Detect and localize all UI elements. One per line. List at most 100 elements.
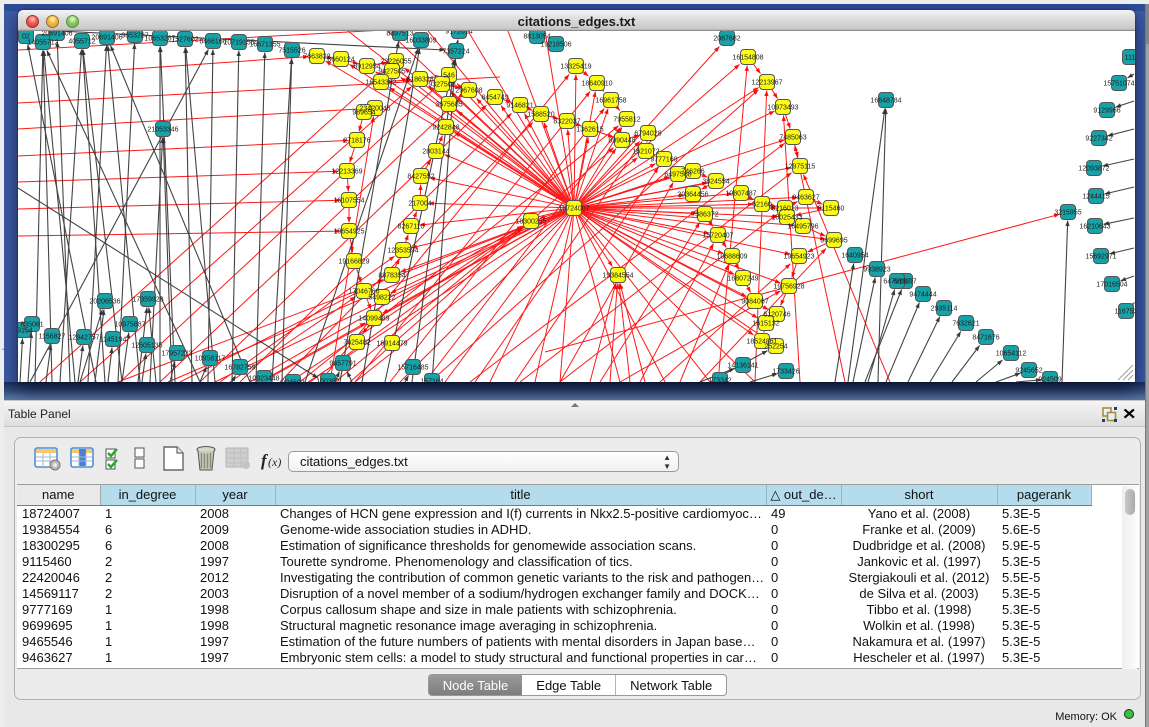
svg-text:17957223: 17957223: [161, 351, 192, 358]
svg-text:1156827: 1156827: [39, 334, 66, 341]
svg-text:9474444: 9474444: [909, 292, 936, 299]
svg-text:13325419: 13325419: [560, 64, 591, 71]
svg-text:16107554: 16107554: [333, 198, 364, 205]
svg-text:8813054: 8813054: [523, 34, 550, 41]
svg-text:8912954: 8912954: [353, 64, 380, 71]
svg-text:2967608: 2967608: [455, 88, 482, 95]
svg-text:17016504: 17016504: [1096, 282, 1127, 289]
svg-text:7515526: 7515526: [278, 48, 305, 55]
svg-text:15692971: 15692971: [1085, 254, 1116, 261]
svg-text:8878354: 8878354: [378, 273, 405, 280]
svg-text:9327505: 9327505: [378, 69, 405, 76]
svg-text:18807249: 18807249: [727, 276, 758, 283]
svg-text:16782759: 16782759: [224, 365, 255, 372]
svg-text:9699695: 9699695: [820, 238, 847, 245]
svg-text:6479197: 6479197: [883, 279, 910, 286]
svg-text:14099489: 14099489: [358, 316, 389, 323]
svg-text:5498222: 5498222: [368, 295, 395, 302]
svg-text:19218506: 19218506: [540, 42, 571, 49]
svg-text:8427552: 8427552: [407, 174, 434, 181]
svg-text:7632621: 7632621: [952, 321, 979, 328]
svg-text:1588520: 1588520: [527, 112, 554, 119]
svg-text:10688609: 10688609: [716, 254, 747, 261]
svg-text:9146821: 9146821: [506, 103, 533, 110]
svg-text:12353594: 12353594: [387, 248, 418, 255]
svg-text:7625402: 7625402: [343, 340, 370, 347]
svg-text:835061: 835061: [20, 322, 43, 329]
svg-text:3824554: 3824554: [702, 179, 729, 186]
svg-text:18724007: 18724007: [558, 206, 589, 213]
svg-text:9129966: 9129966: [1093, 108, 1120, 115]
svg-text:9245652: 9245652: [1015, 368, 1042, 375]
svg-text:17359928: 17359928: [132, 297, 163, 304]
svg-text:746266: 746266: [681, 169, 704, 176]
svg-text:10025433: 10025433: [771, 215, 802, 222]
svg-text:7955812: 7955812: [613, 117, 640, 124]
svg-text:21053346: 21053346: [147, 127, 178, 134]
svg-text:20691406: 20691406: [41, 31, 72, 38]
svg-text:1640954: 1640954: [841, 253, 868, 260]
svg-text:10973493: 10973493: [767, 105, 798, 112]
svg-text:16210643: 16210643: [1079, 224, 1110, 231]
svg-text:10923448: 10923448: [248, 376, 279, 383]
svg-text:217004: 217004: [408, 201, 431, 208]
svg-text:7386372: 7386372: [691, 212, 718, 219]
svg-text:16914479: 16914479: [376, 341, 407, 348]
svg-text:62160: 62160: [752, 202, 772, 209]
svg-text:100382: 100382: [316, 379, 339, 383]
svg-text:8990448: 8990448: [608, 138, 635, 145]
svg-text:8267110: 8267110: [398, 224, 425, 231]
svg-text:10807487: 10807487: [725, 191, 756, 198]
svg-text:9172614: 9172614: [445, 31, 472, 36]
svg-text:9242848: 9242848: [432, 125, 459, 132]
svg-text:19384554: 19384554: [602, 273, 633, 280]
svg-text:252254: 252254: [764, 344, 787, 351]
svg-text:9084067: 9084067: [741, 299, 768, 306]
svg-text:23226055: 23226055: [380, 59, 411, 66]
svg-text:10654112: 10654112: [996, 351, 1027, 358]
svg-text:173342: 173342: [708, 378, 731, 383]
svg-text:7357224: 7357224: [442, 49, 469, 56]
svg-text:16154808: 16154808: [732, 55, 763, 62]
svg-text:3675685: 3675685: [435, 102, 462, 109]
svg-text:924502: 924502: [281, 380, 304, 383]
svg-text:10958117: 10958117: [195, 356, 226, 363]
svg-text:12213967: 12213967: [751, 80, 782, 87]
svg-text:7485063: 7485063: [779, 135, 806, 142]
svg-text:19166829: 19166829: [338, 259, 369, 266]
svg-text:546: 546: [443, 73, 455, 80]
svg-text:15720407: 15720407: [702, 233, 733, 240]
svg-text:19654923: 19654923: [783, 254, 814, 261]
svg-text:116753: 116753: [1115, 309, 1135, 316]
svg-text:8660124: 8660124: [327, 57, 354, 64]
svg-text:14055712: 14055712: [27, 40, 58, 47]
svg-text:16671355: 16671355: [249, 42, 280, 49]
svg-text:14136141: 14136141: [727, 363, 758, 370]
svg-text:1362615: 1362615: [576, 127, 603, 134]
svg-text:10975887: 10975887: [114, 322, 145, 329]
svg-text:16648784: 16648784: [870, 98, 901, 105]
svg-text:16543362: 16543362: [365, 80, 396, 87]
svg-text:9938923: 9938923: [863, 267, 890, 274]
svg-text:1145194: 1145194: [100, 337, 127, 344]
svg-text:6794028: 6794028: [634, 131, 661, 138]
svg-text:15716485: 15716485: [397, 365, 428, 372]
svg-text:924509: 924509: [1038, 377, 1061, 383]
svg-text:1527602: 1527602: [171, 37, 198, 44]
svg-text:9227342: 9227342: [1085, 136, 1112, 143]
svg-text:6216013: 6216013: [771, 206, 798, 213]
svg-text:12093872: 12093872: [1078, 166, 1109, 173]
svg-text:12942757: 12942757: [68, 335, 99, 342]
svg-text:16961758: 16961758: [595, 98, 626, 105]
svg-text:9115460: 9115460: [818, 206, 845, 213]
svg-text:8471676: 8471676: [972, 335, 999, 342]
svg-text:19654925: 19654925: [333, 229, 364, 236]
svg-text:8454749: 8454749: [481, 95, 508, 102]
svg-text:18300295: 18300295: [515, 219, 546, 226]
svg-text:8322037: 8322037: [553, 119, 580, 126]
svg-text:9327508: 9327508: [428, 82, 455, 89]
svg-text:16033809: 16033809: [405, 38, 436, 45]
svg-text:9777169: 9777169: [650, 157, 677, 164]
svg-text:20364456: 20364456: [677, 192, 708, 199]
svg-text:20206536: 20206536: [89, 299, 120, 306]
